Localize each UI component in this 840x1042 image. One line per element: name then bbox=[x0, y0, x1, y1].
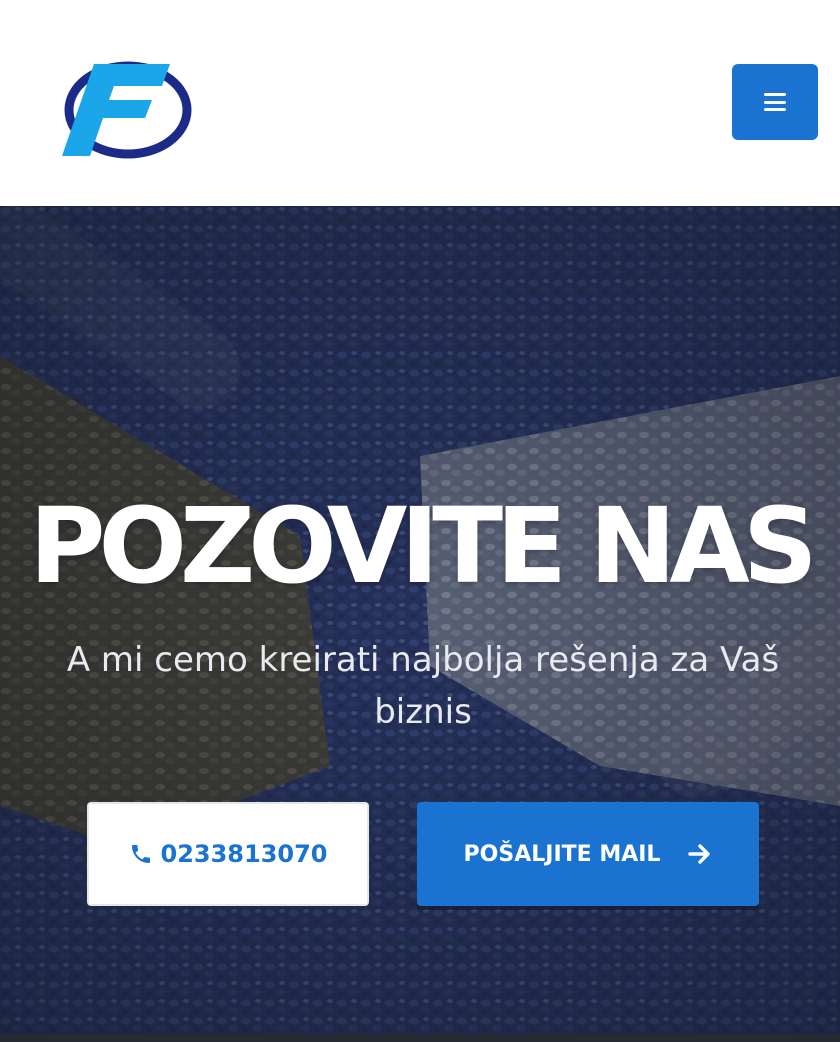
hero-section: POZOVITE NAS A mi cemo kreirati najbolja… bbox=[0, 206, 840, 1034]
phone-number-label: 0233813070 bbox=[160, 840, 328, 868]
hamburger-menu-icon bbox=[764, 93, 786, 111]
send-mail-button[interactable]: POŠALJITE MAIL bbox=[417, 802, 759, 906]
hero-overlay bbox=[0, 206, 840, 1034]
arrow-right-icon bbox=[688, 843, 712, 865]
phone-icon bbox=[129, 842, 153, 866]
menu-toggle-button[interactable] bbox=[732, 64, 818, 140]
bottom-edge-bar bbox=[0, 1034, 840, 1042]
company-logo[interactable] bbox=[60, 58, 192, 162]
hero-title: POZOVITE NAS bbox=[29, 485, 817, 607]
site-header bbox=[0, 0, 840, 206]
call-phone-button[interactable]: 0233813070 bbox=[87, 802, 369, 906]
send-mail-label: POŠALJITE MAIL bbox=[463, 841, 661, 867]
hero-subtitle: A mi cemo kreirati najbolja rešenja za V… bbox=[66, 640, 780, 732]
